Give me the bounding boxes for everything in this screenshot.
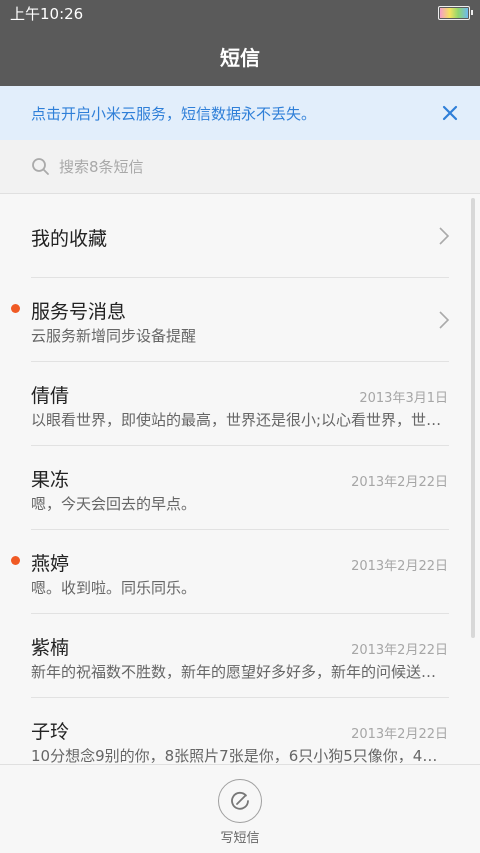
conversation-row[interactable]: 紫楠 2013年2月22日 新年的祝福数不胜数，新年的愿望好多好多，新年的问候送… bbox=[0, 614, 480, 698]
message-preview: 以眼看世界，即使站的最高，世界还是很小;以心看世界，世界再大也不会迷失。 bbox=[31, 411, 443, 429]
contact-name: 子玲 bbox=[31, 721, 70, 743]
search-input[interactable] bbox=[59, 157, 439, 176]
favorites-row[interactable]: 我的收藏 bbox=[0, 194, 480, 278]
message-date: 2013年3月1日 bbox=[359, 391, 448, 406]
bottom-bar: 写短信 bbox=[0, 764, 480, 853]
message-preview: 10分想念9别的你，8张照片7张是你，6只小狗5只像你，4季都在想你。 bbox=[31, 747, 443, 764]
page-title: 短信 bbox=[220, 45, 260, 70]
unread-dot bbox=[11, 556, 20, 565]
message-list: 我的收藏 服务号消息 云服务新增同步设备提醒 倩倩 2013年3月1日 以眼看世… bbox=[0, 194, 480, 764]
message-preview: 新年的祝福数不胜数，新年的愿望好多好多，新年的问候送上我的祝福。 bbox=[31, 663, 443, 681]
cloud-service-banner[interactable]: 点击开启小米云服务，短信数据永不丢失。 bbox=[0, 86, 480, 140]
service-preview: 云服务新增同步设备提醒 bbox=[31, 327, 197, 345]
service-messages-row[interactable]: 服务号消息 云服务新增同步设备提醒 bbox=[0, 278, 480, 362]
status-time: 上午10:26 bbox=[10, 4, 84, 23]
contact-name: 果冻 bbox=[31, 469, 70, 491]
chevron-right-icon bbox=[439, 311, 450, 329]
chevron-right-icon bbox=[439, 227, 450, 245]
status-bar: 上午10:26 bbox=[0, 0, 480, 26]
contact-name: 倩倩 bbox=[31, 385, 70, 407]
message-preview: 嗯，今天会回去的早点。 bbox=[31, 495, 197, 513]
message-date: 2013年2月22日 bbox=[351, 727, 448, 742]
conversation-row[interactable]: 燕婷 2013年2月22日 嗯。收到啦。同乐同乐。 bbox=[0, 530, 480, 614]
message-preview: 嗯。收到啦。同乐同乐。 bbox=[31, 579, 197, 597]
banner-text[interactable]: 点击开启小米云服务，短信数据永不丢失。 bbox=[31, 103, 440, 124]
contact-name: 紫楠 bbox=[31, 637, 70, 659]
favorites-label: 我的收藏 bbox=[31, 228, 108, 250]
close-icon[interactable] bbox=[440, 103, 460, 123]
search-icon bbox=[32, 157, 49, 175]
conversation-row[interactable]: 子玲 2013年2月22日 10分想念9别的你，8张照片7张是你，6只小狗5只像… bbox=[0, 698, 480, 764]
compose-label[interactable]: 写短信 bbox=[0, 827, 480, 846]
scrollbar[interactable] bbox=[471, 198, 475, 638]
unread-dot bbox=[11, 304, 20, 313]
contact-name: 燕婷 bbox=[31, 553, 70, 575]
search-bar[interactable] bbox=[0, 140, 480, 194]
conversation-row[interactable]: 倩倩 2013年3月1日 以眼看世界，即使站的最高，世界还是很小;以心看世界，世… bbox=[0, 362, 480, 446]
battery-icon bbox=[438, 6, 473, 20]
service-name: 服务号消息 bbox=[31, 301, 127, 323]
compose-icon bbox=[231, 791, 249, 810]
message-date: 2013年2月22日 bbox=[351, 643, 448, 658]
compose-button[interactable] bbox=[218, 779, 262, 823]
message-date: 2013年2月22日 bbox=[351, 559, 448, 574]
title-bar: 短信 bbox=[0, 26, 480, 86]
message-date: 2013年2月22日 bbox=[351, 475, 448, 490]
conversation-row[interactable]: 果冻 2013年2月22日 嗯，今天会回去的早点。 bbox=[0, 446, 480, 530]
